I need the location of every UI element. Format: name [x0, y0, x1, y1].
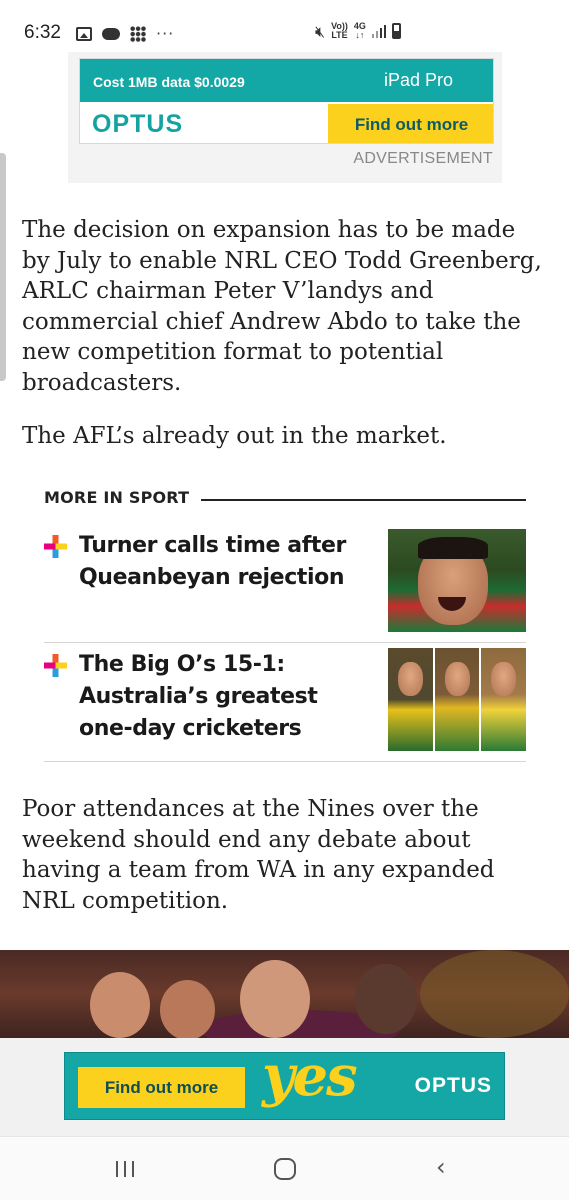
article-paragraph-2: The AFL’s already out in the market.: [22, 423, 447, 449]
optus-yes-logo: yes: [262, 1043, 358, 1109]
battery-icon: [391, 23, 401, 39]
ad-product-name: iPad Pro: [383, 70, 453, 90]
volte-label-bottom: LTE: [331, 30, 348, 40]
ad-cost-text: Cost 1MB data $0.0029: [93, 74, 245, 90]
ad-find-out-more-button[interactable]: Find out more: [328, 104, 493, 143]
game-icon: [102, 27, 120, 40]
system-icons: 🔇︎ Vo)) LTE 4G ↓↑: [315, 22, 401, 40]
advertisement-label: ADVERTISEMENT: [353, 150, 493, 167]
related-story-2[interactable]: The Big O’s 15-1: Australia’s greatest o…: [44, 646, 527, 762]
android-navigation-bar: ‹: [0, 1136, 569, 1200]
ad-find-out-more-button[interactable]: Find out more: [78, 1067, 245, 1108]
optus-logo: OPTUS: [92, 110, 184, 138]
advertisement-top: Cost 1MB data $0.0029 iPad Pro OPTUS Fin…: [68, 52, 502, 183]
broncos-players-celebrating-photo: [0, 950, 569, 1038]
optus-yes-ad-banner[interactable]: Find out more yes OPTUS: [64, 1043, 505, 1120]
edge-panel-handle[interactable]: [0, 153, 6, 381]
4g-icon: 4G ↓↑: [354, 22, 366, 40]
apps-grid-icon: [130, 25, 146, 42]
ad-product: iPad Pro: [382, 70, 453, 91]
article-paragraph-1: The decision on expansion has to be made…: [22, 217, 542, 396]
recents-icon[interactable]: [116, 1161, 134, 1177]
more-in-sport-header: MORE IN SPORT: [44, 488, 526, 510]
volte-icon: Vo)) LTE: [331, 22, 348, 40]
article-paragraph-3: Poor attendances at the Nines over the w…: [22, 796, 495, 914]
related-story-1[interactable]: Turner calls time after Queanbeyan rejec…: [44, 527, 526, 643]
ad-top-strip: Cost 1MB data $0.0029 iPad Pro: [80, 59, 493, 102]
cricketers-collage-photo[interactable]: [388, 648, 527, 751]
related-story-title[interactable]: Turner calls time after Queanbeyan rejec…: [79, 530, 369, 594]
notification-icons: ···: [76, 24, 174, 43]
mute-icon: 🔇︎: [315, 21, 326, 41]
section-divider: [201, 499, 526, 501]
plus-icon: [44, 654, 67, 677]
gallery-icon: [76, 26, 92, 41]
optus-ipad-ad-banner[interactable]: Cost 1MB data $0.0029 iPad Pro OPTUS Fin…: [79, 58, 494, 144]
rugby-league-player-photo[interactable]: [388, 529, 526, 632]
optus-logo: OPTUS: [414, 1074, 492, 1097]
more-in-sport-heading: MORE IN SPORT: [44, 488, 190, 507]
related-story-title[interactable]: The Big O’s 15-1: Australia’s greatest o…: [79, 649, 369, 745]
signal-icon: [371, 24, 386, 38]
more-icon: ···: [156, 24, 175, 43]
network-label-bottom: ↓↑: [355, 30, 365, 40]
plus-icon: [44, 535, 67, 558]
status-time: 6:32: [24, 22, 61, 43]
advertisement-bottom: Find out more yes OPTUS: [0, 1038, 569, 1136]
home-icon[interactable]: [274, 1158, 296, 1180]
back-icon[interactable]: ‹: [436, 1155, 446, 1179]
